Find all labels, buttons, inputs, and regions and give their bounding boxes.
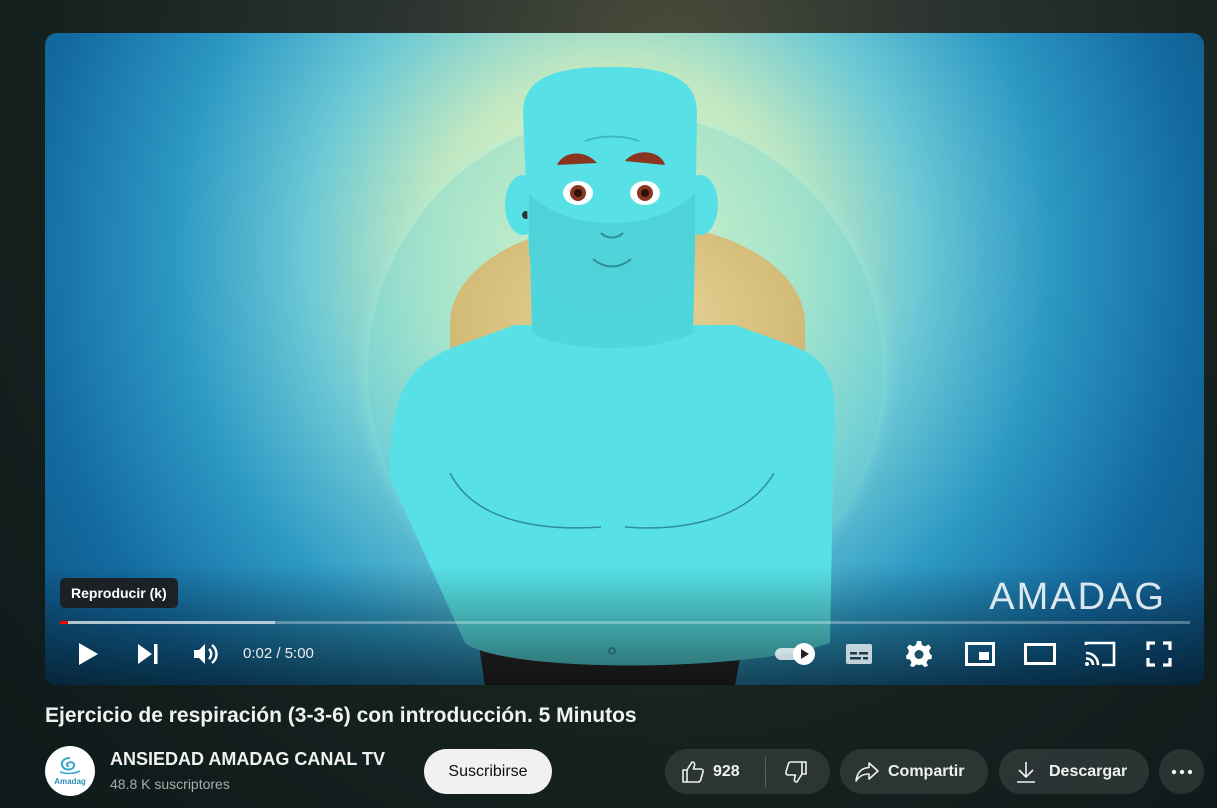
fullscreen-button[interactable] — [1143, 634, 1175, 674]
progress-played — [60, 621, 68, 624]
theater-mode-button[interactable] — [1023, 634, 1057, 674]
subtitles-icon — [846, 644, 872, 664]
thumbs-up-icon — [682, 760, 704, 783]
subtitles-button[interactable] — [843, 634, 875, 674]
progress-buffered — [60, 621, 275, 624]
share-label: Compartir — [888, 762, 965, 780]
volume-icon — [194, 644, 218, 664]
player-controls: 0:02 / 5:00 — [45, 634, 1204, 674]
miniplayer-button[interactable] — [963, 634, 997, 674]
theater-icon — [1024, 643, 1056, 665]
download-label: Descargar — [1049, 762, 1128, 780]
share-button[interactable]: Compartir — [840, 749, 988, 794]
download-button[interactable]: Descargar — [999, 749, 1149, 794]
subscribe-button[interactable]: Suscribirse — [424, 749, 552, 794]
time-display: 0:02 / 5:00 — [243, 645, 314, 662]
more-horizontal-icon — [1171, 769, 1192, 774]
autoplay-toggle-icon — [775, 643, 815, 665]
like-button[interactable]: 928 — [665, 760, 765, 784]
like-dislike-group: 928 — [665, 749, 830, 794]
more-actions-button[interactable] — [1159, 749, 1204, 794]
fullscreen-icon — [1146, 641, 1172, 667]
dislike-button[interactable] — [766, 760, 826, 784]
channel-avatar[interactable]: Amadag — [45, 746, 95, 796]
gear-icon — [906, 641, 932, 667]
progress-bar[interactable] — [60, 621, 1190, 624]
video-player[interactable]: AMADAG Reproducir (k) 0:02 / 5:00 — [45, 33, 1204, 685]
watermark: AMADAG — [989, 576, 1166, 618]
volume-button[interactable] — [191, 634, 221, 674]
like-count: 928 — [713, 762, 740, 780]
autoplay-toggle[interactable] — [772, 634, 820, 674]
share-icon — [855, 761, 879, 782]
miniplayer-icon — [965, 642, 995, 666]
settings-button[interactable] — [903, 634, 935, 674]
download-icon — [1017, 761, 1035, 783]
thumbs-down-icon — [785, 760, 807, 783]
channel-logo-text: Amadag — [54, 777, 86, 786]
video-title: Ejercicio de respiración (3-3-6) con int… — [45, 704, 637, 727]
channel-logo-icon — [59, 757, 81, 775]
cast-icon — [1084, 641, 1116, 667]
cast-button[interactable] — [1083, 634, 1117, 674]
next-icon — [138, 644, 158, 664]
play-icon — [79, 643, 98, 665]
play-tooltip: Reproducir (k) — [60, 578, 178, 608]
subscriber-count: 48.8 K suscriptores — [110, 776, 230, 792]
channel-name[interactable]: ANSIEDAD AMADAG CANAL TV — [110, 749, 385, 770]
next-button[interactable] — [133, 634, 163, 674]
play-button[interactable] — [73, 634, 103, 674]
